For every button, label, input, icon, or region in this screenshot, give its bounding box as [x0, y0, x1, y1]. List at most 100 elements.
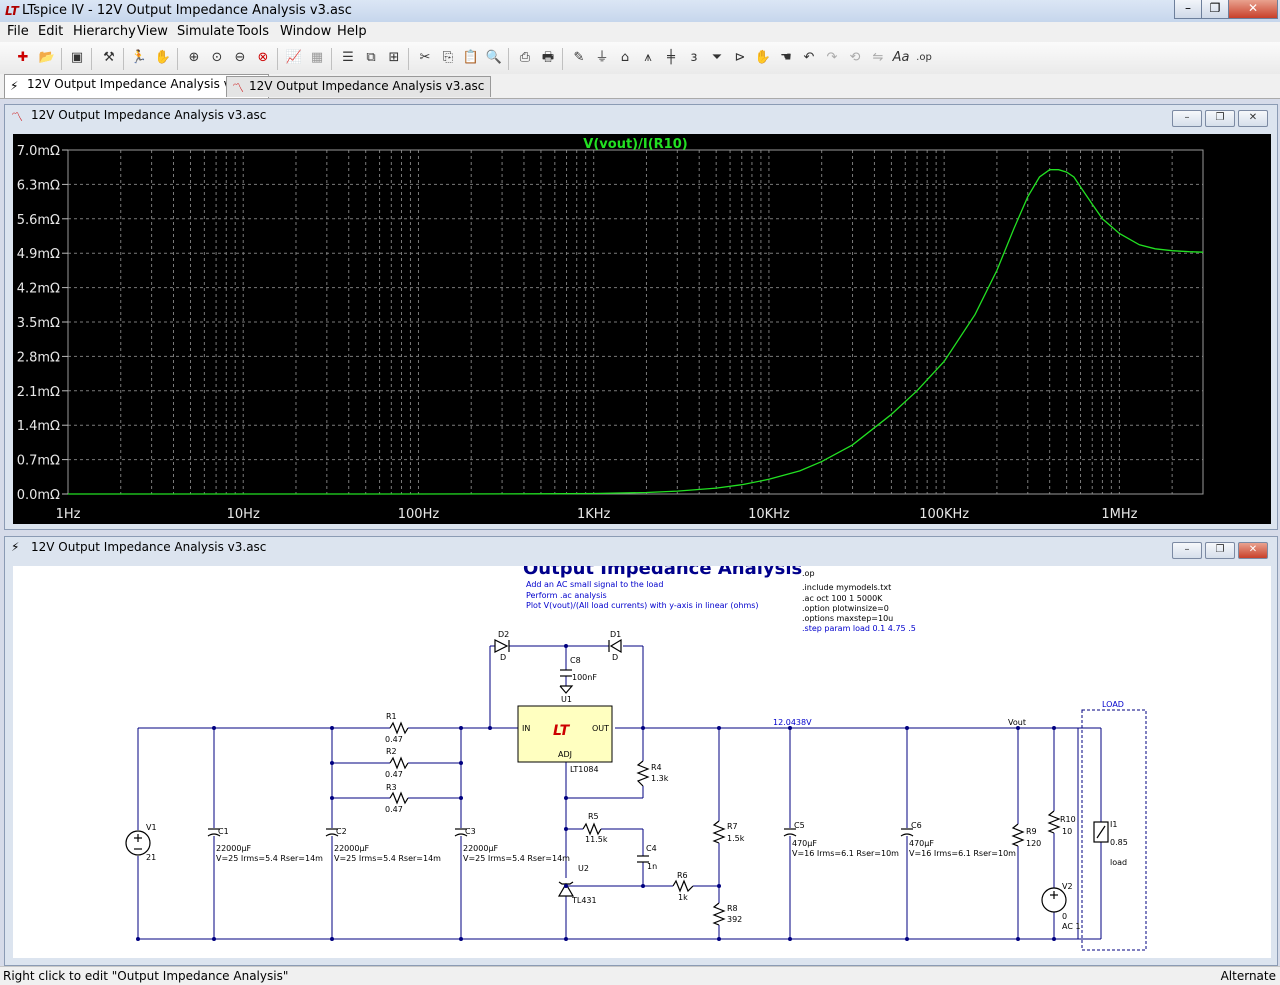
label-r7: R7: [727, 822, 738, 831]
text-icon[interactable]: Aa: [891, 48, 911, 68]
run-icon[interactable]: 🏃: [129, 48, 149, 68]
ltspice-logo-icon: LT: [5, 4, 19, 18]
save-icon[interactable]: ▣: [67, 48, 87, 68]
drag-icon[interactable]: ☚: [776, 48, 796, 68]
label-c8-value: 100nF: [572, 673, 597, 682]
zoom-back-icon[interactable]: ▦: [307, 48, 327, 68]
label-c1-params: V=25 Irms=5.4 Rser=14m: [216, 854, 323, 863]
new-schematic-icon[interactable]: ✚: [13, 48, 33, 68]
menu-simulate[interactable]: Simulate: [177, 24, 234, 39]
wire-icon[interactable]: ✎: [569, 48, 589, 68]
label-r5-value: 11.5k: [585, 835, 608, 844]
schematic-canvas[interactable]: LT Output Impedance Analysis Add an AC s…: [13, 558, 1271, 958]
autorange-icon[interactable]: 📈: [284, 48, 304, 68]
label-r1-value: 0.47: [385, 735, 403, 744]
plot-minimize-button[interactable]: –: [1172, 110, 1202, 127]
menu-edit[interactable]: Edit: [38, 24, 63, 39]
close-button[interactable]: ✕: [1228, 0, 1278, 19]
ground-icon[interactable]: ⏚: [592, 48, 612, 68]
move-icon[interactable]: ✋: [753, 48, 773, 68]
spice-directive[interactable]: .ac oct 100 1 5000K: [802, 594, 883, 603]
cascade-icon[interactable]: ⧉: [361, 48, 381, 68]
label-net-icon[interactable]: ⌂: [615, 48, 635, 68]
cut-icon[interactable]: ✂: [415, 48, 435, 68]
label-r9: R9: [1026, 827, 1037, 836]
spice-directive[interactable]: .option plotwinsize=0: [802, 604, 889, 613]
label-c3: C3: [465, 827, 476, 836]
spice-directive[interactable]: .op: [802, 569, 815, 578]
redo-icon[interactable]: ↷: [822, 48, 842, 68]
schematic-restore-button[interactable]: ❐: [1205, 542, 1235, 559]
find-icon[interactable]: 🔍: [484, 48, 504, 68]
menu-file[interactable]: File: [7, 24, 29, 39]
menu-window[interactable]: Window: [280, 24, 331, 39]
label-r6-value: 1k: [678, 893, 688, 902]
rotate-icon[interactable]: ⟲: [845, 48, 865, 68]
minimize-button[interactable]: –: [1174, 0, 1202, 19]
menu-help[interactable]: Help: [337, 24, 367, 39]
zoom-out-icon[interactable]: ⊖: [230, 48, 250, 68]
schematic-minimize-button[interactable]: –: [1172, 542, 1202, 559]
control-panel-icon[interactable]: ⚒: [99, 48, 119, 68]
pan-icon[interactable]: ⊙: [207, 48, 227, 68]
menu-hierarchy[interactable]: Hierarchy: [73, 24, 136, 39]
plot-restore-button[interactable]: ❐: [1205, 110, 1235, 127]
print-icon[interactable]: 🖶: [538, 48, 558, 68]
diode-icon[interactable]: ⏷: [707, 48, 727, 68]
spice-directive-icon[interactable]: .op: [914, 48, 934, 68]
label-r4: R4: [651, 763, 662, 772]
mirror-icon[interactable]: ⇋: [868, 48, 888, 68]
spice-directive[interactable]: .include mymodels.txt: [802, 583, 891, 592]
label-c3-params: V=25 Irms=5.4 Rser=14m: [463, 854, 570, 863]
spice-directive[interactable]: .step param load 0.1 4.75 .5: [802, 624, 916, 633]
label-c3-value: 22000µF: [463, 844, 499, 853]
plot-window-title: 12V Output Impedance Analysis v3.asc: [31, 108, 267, 122]
spice-directive[interactable]: .options maxstep=10u: [802, 614, 893, 623]
component-icon[interactable]: ⊳: [730, 48, 750, 68]
halt-icon[interactable]: ✋: [153, 48, 173, 68]
comment-line[interactable]: Add an AC small signal to the load: [526, 580, 663, 589]
y-tick-label: 4.9mΩ: [17, 247, 60, 262]
waveform-plot[interactable]: 7.0mΩ 6.3mΩ 5.6mΩ 4.9mΩ 4.2mΩ 3.5mΩ 2.8mΩ 2.1mΩ…: [13, 134, 1271, 524]
waveform-icon: 〽: [232, 81, 245, 95]
schematic-window: ⚡ 12V Output Impedance Analysis v3.asc –…: [4, 536, 1278, 966]
label-d2: D2: [498, 630, 509, 639]
plot-close-button[interactable]: ✕: [1238, 110, 1268, 127]
label-lt1084: LT1084: [570, 765, 599, 774]
capacitor-icon[interactable]: ╪: [661, 48, 681, 68]
schematic-close-button[interactable]: ✕: [1238, 542, 1268, 559]
tile-vertical-icon[interactable]: ⊞: [384, 48, 404, 68]
tile-horizontal-icon[interactable]: ☰: [338, 48, 358, 68]
y-tick-label: 0.0mΩ: [17, 488, 60, 503]
zoom-in-icon[interactable]: ⊕: [184, 48, 204, 68]
open-icon[interactable]: 📂: [37, 48, 57, 68]
label-c4-value: 1n: [647, 862, 657, 871]
label-c8: C8: [570, 656, 581, 665]
print-setup-icon[interactable]: ⎙: [515, 48, 535, 68]
label-r6: R6: [677, 871, 688, 880]
y-tick-label: 0.7mΩ: [17, 454, 60, 469]
undo-icon[interactable]: ↶: [799, 48, 819, 68]
label-c5: C5: [794, 821, 805, 830]
resistor-icon[interactable]: ⩚: [638, 48, 658, 68]
label-v2-value: 0: [1062, 912, 1067, 921]
comment-line[interactable]: Perform .ac analysis: [526, 591, 607, 600]
menu-view[interactable]: View: [137, 24, 168, 39]
maximize-button[interactable]: ❐: [1201, 0, 1229, 19]
tab-label: 12V Output Impedance Analysis v3.asc: [249, 79, 485, 93]
net-label-vout[interactable]: Vout: [1008, 718, 1026, 727]
y-tick-label: 4.2mΩ: [17, 282, 60, 297]
inductor-icon[interactable]: ɜ: [684, 48, 704, 68]
label-i1-param: load: [1110, 858, 1127, 867]
comment-line[interactable]: Plot V(vout)/(All load currents) with y-…: [526, 601, 759, 610]
menu-tools[interactable]: Tools: [237, 24, 269, 39]
schematic-icon: ⚡: [10, 79, 19, 93]
copy-icon[interactable]: ⎘: [438, 48, 458, 68]
tab-waveform[interactable]: 〽 12V Output Impedance Analysis v3.asc: [226, 76, 492, 97]
x-tick-label: 10KHz: [748, 507, 790, 522]
paste-icon[interactable]: 📋: [461, 48, 481, 68]
x-tick-label: 100Hz: [398, 507, 440, 522]
schematic-title[interactable]: Output Impedance Analysis: [523, 558, 802, 579]
node-voltage-label: 12.0438V: [773, 718, 812, 727]
zoom-fit-icon[interactable]: ⊗: [253, 48, 273, 68]
